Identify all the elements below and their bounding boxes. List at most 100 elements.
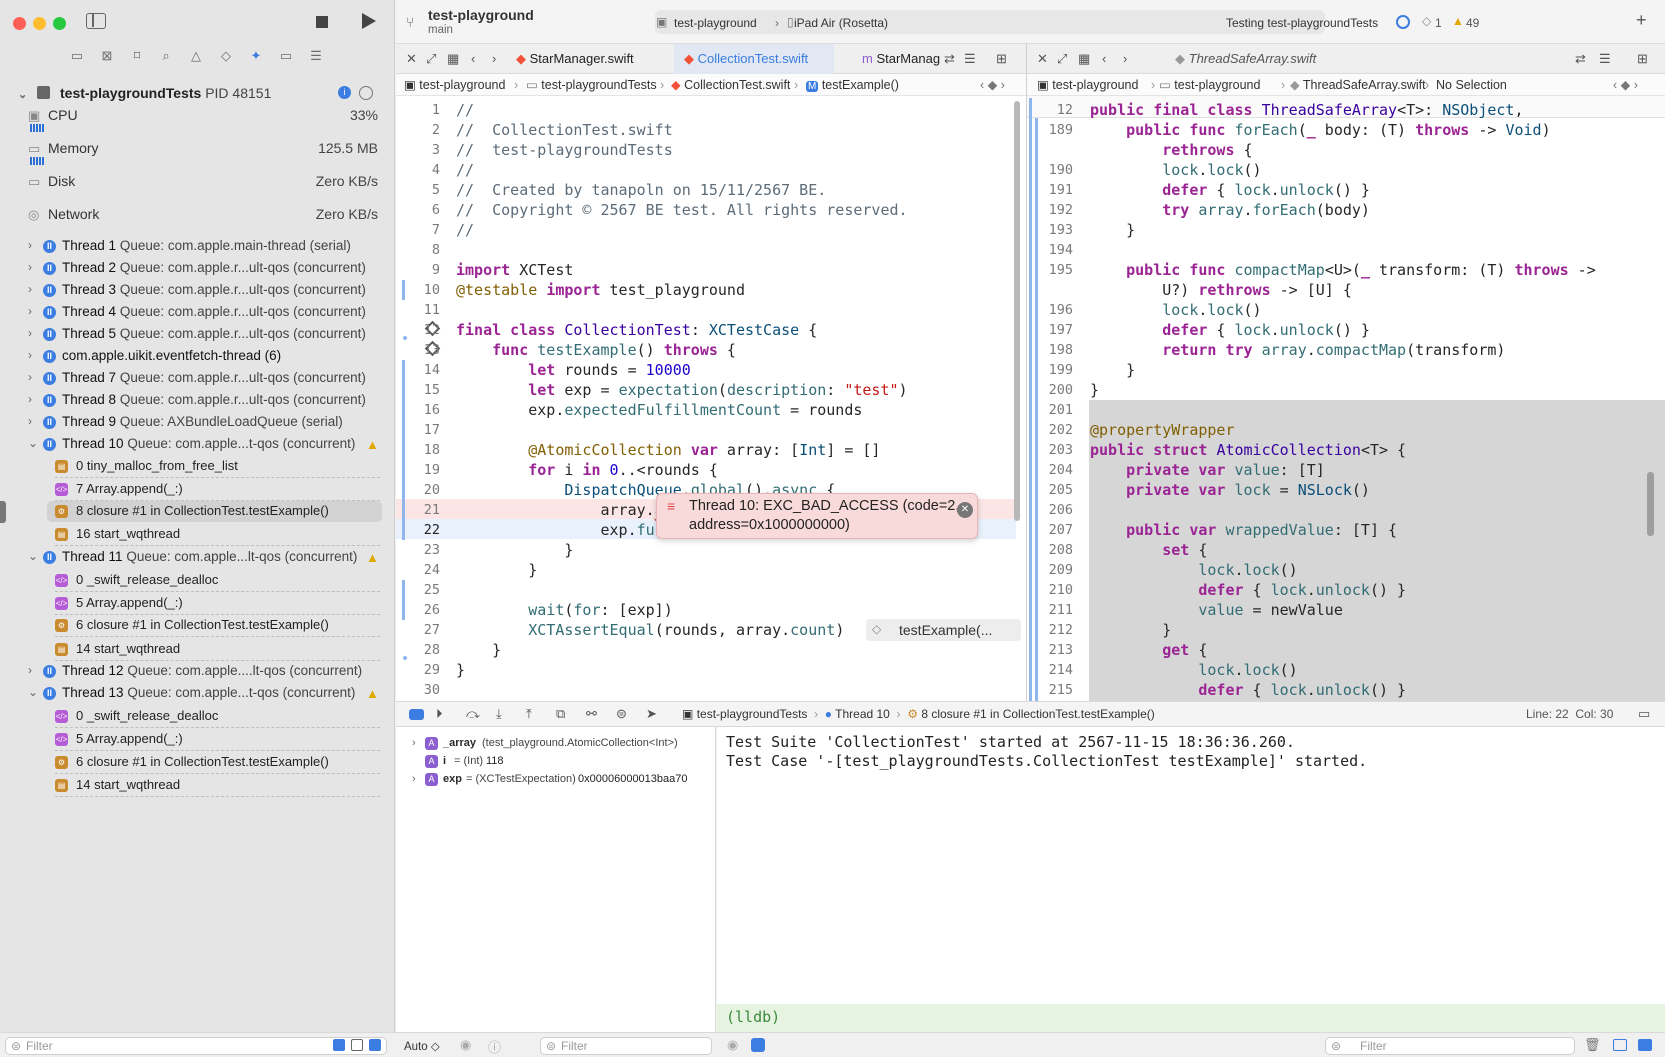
run-icon[interactable] (362, 13, 376, 29)
scheme-selector[interactable]: test-playground (674, 16, 757, 30)
thread-row[interactable]: ⌄ ll Thread 13 Queue: com.apple...t-qos (c… (0, 683, 395, 705)
gauge-cpu[interactable]: ▣ CPU 33% (28, 107, 378, 139)
gauge-disk[interactable]: ▭ Disk Zero KB/s (28, 173, 378, 205)
chevron-right-icon[interactable]: › (28, 348, 32, 362)
report-icon[interactable]: ☰ (307, 48, 325, 64)
stack-frame-row[interactable]: </> 7 Array.append(_:) (55, 479, 380, 501)
filter-option-icon[interactable] (369, 1039, 381, 1051)
lldb-prompt-row[interactable]: (lldb) (717, 1004, 1665, 1032)
show-console-icon[interactable] (1638, 1039, 1652, 1051)
breadcrumb-folder[interactable]: ▭ test-playground (1159, 74, 1260, 96)
test-icon[interactable]: ◇ (217, 48, 235, 64)
debug-icon[interactable]: ✦ (247, 48, 265, 64)
breakpoint-icon[interactable]: ▭ (277, 48, 295, 64)
test-result-badge[interactable]: ◇ testExample(... (866, 619, 1021, 641)
stack-frame-row[interactable]: ▤ 14 start_wqthread (55, 775, 380, 797)
chevron-right-icon[interactable]: › (412, 737, 416, 749)
breadcrumb-file[interactable]: ◆ CollectionTest.swift (671, 74, 790, 96)
editor-options-icon[interactable]: ☰ (1599, 44, 1611, 74)
destination-selector[interactable]: iPad Air (Rosetta) (794, 16, 888, 30)
left-code-editor[interactable]: 1 2 3 4 5 6 7 8 9 10 11 12 13 14 15 16 17 18 19 20 21 22 23 24 2… (396, 96, 1026, 701)
swap-icon[interactable]: ⇄ (1575, 44, 1586, 74)
stop-icon[interactable] (316, 16, 328, 28)
chevron-down-icon[interactable]: ⌄ (28, 549, 38, 563)
step-out-icon[interactable]: ⤒ (526, 706, 532, 722)
hide-debug-area-icon[interactable]: ▭ (1638, 706, 1650, 722)
jump-nav-icon[interactable]: ‹ ◆ › (1613, 74, 1638, 96)
thread-row[interactable]: ⌄ ll Thread 10 Queue: com.apple...t-qos (c… (0, 434, 395, 456)
close-editor-icon[interactable]: ✕ (1037, 44, 1048, 74)
navigator-filter-input[interactable]: ⊜ Filter (5, 1037, 387, 1055)
breadcrumb-file[interactable]: ◆ ThreadSafeArray.swift (1290, 74, 1426, 96)
issue-icon[interactable]: △ (187, 48, 205, 64)
chevron-right-icon[interactable]: › (28, 326, 32, 340)
swap-icon[interactable]: ⇄ (944, 44, 955, 74)
jump-nav-icon[interactable]: ‹ ◆ › (980, 74, 1005, 96)
breadcrumb-symbol[interactable]: No Selection (1436, 74, 1507, 96)
minimize-window-button[interactable] (33, 17, 46, 30)
memory-graph-icon[interactable]: ⚯ (586, 706, 597, 722)
thread-row[interactable]: › ll Thread 1 Queue: com.apple.main-thread… (0, 236, 395, 258)
breadcrumb-project[interactable]: ▣ test-playground (404, 74, 505, 96)
error-popover[interactable]: ≡ Thread 10: EXC_BAD_ACCESS (code=2, add… (656, 493, 978, 539)
warning-count[interactable]: 49 (1466, 16, 1479, 30)
variables-scope-selector[interactable]: Auto ◇ (404, 1039, 440, 1053)
thread-row[interactable]: › ll com.apple.uikit.eventfetch-thread (6) (0, 346, 395, 368)
gauge-network[interactable]: ◎ Network Zero KB/s (28, 206, 378, 238)
thread-row[interactable]: › ll Thread 12 Queue: com.apple....lt-qos … (0, 661, 395, 683)
tab-starmanager[interactable]: ◆ StarManager.swift (516, 44, 634, 74)
show-variables-icon[interactable] (1613, 1039, 1627, 1051)
breadcrumb-symbol[interactable]: M testExample() (806, 74, 899, 98)
variable-row[interactable]: › A _array (test_playground.AtomicCollec… (396, 736, 716, 754)
thread-row[interactable]: › ll Thread 4 Queue: com.apple.r...ult-qos… (0, 302, 395, 324)
close-editor-icon[interactable]: ✕ (406, 44, 417, 74)
back-icon[interactable]: ‹ (1102, 44, 1106, 74)
breadcrumb-project[interactable]: ▣ test-playground (1037, 74, 1138, 96)
chevron-right-icon[interactable]: › (412, 773, 416, 785)
right-code-editor[interactable]: 12 189 190 191 192 193 194 195 196 197 198 199 200… (1027, 96, 1665, 701)
stack-frame-row[interactable]: ⚙ 6 closure #1 in CollectionTest.testExam… (55, 615, 380, 637)
gauge-memory[interactable]: ▭ Memory 125.5 MB (28, 140, 378, 172)
stack-frame-row[interactable]: ▤ 16 start_wqthread (55, 524, 380, 546)
memory-graph-icon[interactable] (359, 86, 373, 100)
editor-scrollbar[interactable] (1647, 472, 1654, 536)
console-filter-input[interactable]: ⊜ Filter (1325, 1037, 1575, 1055)
thread-row[interactable]: › ll Thread 2 Queue: com.apple.r...ult-qos… (0, 258, 395, 280)
breadcrumb-folder[interactable]: ▭ test-playgroundTests (526, 74, 657, 96)
thread-row[interactable]: › ll Thread 9 Queue: AXBundleLoadQueue (se… (0, 412, 395, 434)
info-icon[interactable]: i (338, 86, 351, 99)
stack-frame-row[interactable]: ⚙ 6 closure #1 in CollectionTest.testExam… (55, 752, 380, 774)
step-over-icon[interactable]: ⤼ (466, 706, 480, 722)
warning-icon[interactable]: ▲ (1452, 14, 1464, 28)
chevron-down-icon[interactable]: ⌄ (28, 436, 38, 450)
process-row[interactable]: ⌄ test-playgroundTests PID 48151 (18, 85, 271, 101)
variable-row[interactable]: A i = (Int) 118 (396, 754, 716, 772)
tab-threadsafearray[interactable]: ◆ ThreadSafeArray.swift (1175, 44, 1316, 74)
filter-option-icon[interactable] (333, 1039, 345, 1051)
zoom-window-button[interactable] (53, 17, 66, 30)
chevron-down-icon[interactable]: ⌄ (18, 89, 27, 101)
chevron-right-icon[interactable]: › (28, 392, 32, 406)
environment-icon[interactable]: ⊜ (616, 706, 627, 722)
stack-frame-row-selected[interactable]: ⚙ 8 closure #1 in CollectionTest.testExam… (47, 501, 382, 522)
chevron-right-icon[interactable]: › (28, 370, 32, 384)
variable-row[interactable]: › A exp = (XCTestExpectation) 0x00006000… (396, 772, 716, 790)
thread-row[interactable]: › ll Thread 8 Queue: com.apple.r...ult-qos… (0, 390, 395, 412)
eye-icon[interactable]: ◉ (727, 1037, 738, 1053)
filter-option-icon[interactable] (351, 1039, 363, 1051)
stack-frame-row[interactable]: </> 0 _swift_release_dealloc (55, 706, 380, 728)
grid-icon[interactable]: ▦ (1078, 44, 1090, 74)
sidebar-toggle-icon[interactable] (86, 13, 106, 29)
stack-frame-row[interactable]: </> 0 _swift_release_dealloc (55, 570, 380, 592)
tab-starmanager-2[interactable]: m StarManag (862, 44, 940, 74)
chevron-right-icon[interactable]: › (28, 304, 32, 318)
chevron-right-icon[interactable]: › (28, 238, 32, 252)
chevron-right-icon[interactable]: › (28, 260, 32, 274)
trash-icon[interactable]: 🗑 (1584, 1037, 1601, 1053)
thread-row[interactable]: › ll Thread 3 Queue: com.apple.r...ult-qos… (0, 280, 395, 302)
console-view[interactable]: Test Suite 'CollectionTest' started at 2… (717, 727, 1665, 1032)
expand-icon[interactable]: ⤢ (1057, 44, 1067, 74)
dismiss-error-icon[interactable]: ✕ (957, 502, 973, 518)
split-editor-icon[interactable]: ⊞ (1637, 44, 1648, 74)
breakpoints-toggle-icon[interactable] (409, 709, 424, 720)
